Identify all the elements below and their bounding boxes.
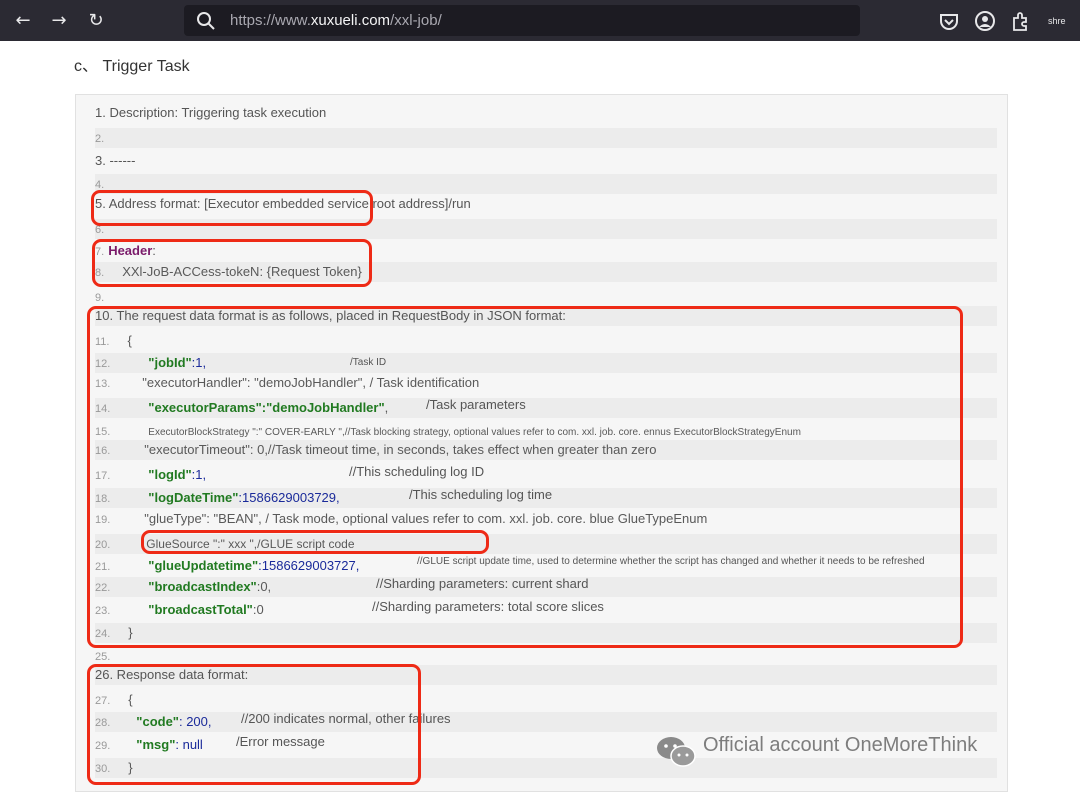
address-bar[interactable]: https://www.xuxueli.com/xxl-job/ (184, 5, 860, 36)
wechat-icon (657, 737, 696, 767)
reload-button[interactable]: ↻ (83, 8, 109, 34)
url-text: https://www.xuxueli.com/xxl-job/ (230, 12, 442, 29)
highlight-address-format (91, 190, 373, 226)
arrow-right-icon: → (51, 10, 67, 31)
account-icon[interactable] (974, 10, 996, 32)
search-icon (197, 12, 215, 30)
reload-icon: ↻ (88, 10, 104, 31)
code-line-25: 25. (95, 651, 111, 663)
back-button[interactable]: ← (10, 8, 36, 34)
extensions-icon[interactable] (1010, 10, 1032, 32)
code-line-2: 2. (95, 128, 997, 148)
highlight-request-format (87, 306, 963, 648)
highlight-response-format (87, 664, 421, 785)
arrow-left-icon: ← (15, 10, 31, 31)
watermark-text: Official account OneMoreThink (703, 734, 978, 756)
share-menu[interactable]: shre (1048, 10, 1070, 32)
browser-toolbar: ← → ↻ https://www.xuxueli.com/xxl-job/ s… (0, 0, 1080, 41)
section-title: c、 Trigger Task (74, 58, 190, 75)
code-line-1: 1. Description: Triggering task executio… (95, 105, 327, 120)
code-line-3: 3. ------ (95, 153, 136, 168)
watermark: Official account OneMoreThink (655, 732, 1005, 772)
code-line-9: 9. (95, 292, 105, 304)
pocket-icon[interactable] (938, 10, 960, 32)
highlight-header (92, 239, 372, 287)
highlight-glue-source (141, 530, 489, 554)
forward-button[interactable]: → (46, 8, 72, 34)
